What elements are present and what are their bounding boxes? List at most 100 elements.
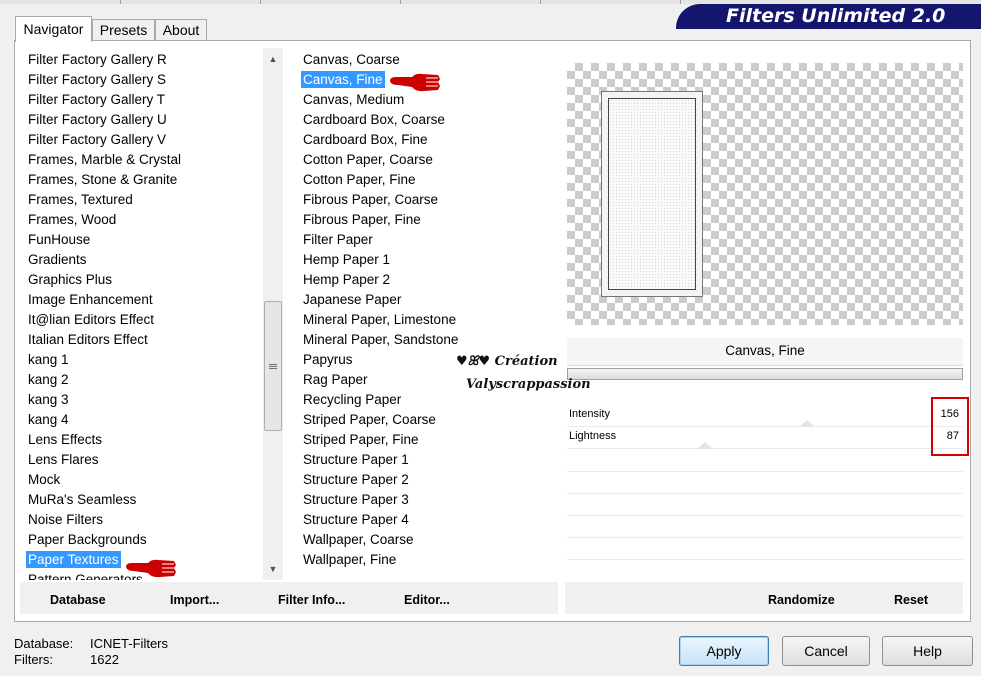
category-item-label: kang 2 <box>28 372 69 387</box>
category-list-item[interactable]: Italian Editors Effect <box>20 330 263 350</box>
category-list-item[interactable]: MuRa's Seamless <box>20 490 263 510</box>
param-row-empty <box>567 471 963 472</box>
editor-button[interactable]: Editor... <box>404 593 450 607</box>
category-list-item[interactable]: kang 1 <box>20 350 263 370</box>
category-list-item[interactable]: Graphics Plus <box>20 270 263 290</box>
tab-presets[interactable]: Presets <box>92 19 155 41</box>
param-row-lightness[interactable]: Lightness 87 <box>567 427 963 449</box>
ruler-tick <box>540 0 541 4</box>
tab-navigator[interactable]: Navigator <box>15 16 92 42</box>
filter-list-item[interactable]: Cotton Paper, Coarse <box>295 150 557 170</box>
filter-list-item[interactable]: Cotton Paper, Fine <box>295 170 557 190</box>
filter-item-label: Cardboard Box, Coarse <box>303 112 445 127</box>
category-list-item[interactable]: Gradients <box>20 250 263 270</box>
slider-marker-icon[interactable] <box>799 420 815 427</box>
category-list-item[interactable]: kang 4 <box>20 410 263 430</box>
filter-list-item[interactable]: Hemp Paper 1 <box>295 250 557 270</box>
filter-list-item[interactable]: Structure Paper 3 <box>295 490 557 510</box>
category-list-item[interactable]: Lens Effects <box>20 430 263 450</box>
filter-item-label: Japanese Paper <box>303 292 402 307</box>
filter-list-item[interactable]: Striped Paper, Coarse <box>295 410 557 430</box>
scroll-thumb[interactable] <box>264 301 282 431</box>
reset-button[interactable]: Reset <box>894 593 928 607</box>
category-list-item[interactable]: Frames, Stone & Granite <box>20 170 263 190</box>
category-item-label: Frames, Textured <box>28 192 133 207</box>
tab-about[interactable]: About <box>155 19 207 41</box>
filter-list-item[interactable]: Japanese Paper <box>295 290 557 310</box>
filter-item-label: Hemp Paper 2 <box>303 272 391 287</box>
category-list-item[interactable]: Frames, Wood <box>20 210 263 230</box>
status-filters-value: 1622 <box>90 652 119 667</box>
filter-list-item[interactable]: Fibrous Paper, Coarse <box>295 190 557 210</box>
filter-list-item[interactable]: Canvas, Coarse <box>295 50 557 70</box>
category-item-label: Graphics Plus <box>28 272 113 287</box>
category-list-item[interactable]: Image Enhancement <box>20 290 263 310</box>
filter-list-item[interactable]: Structure Paper 2 <box>295 470 557 490</box>
filter-list-item[interactable]: Structure Paper 1 <box>295 450 557 470</box>
category-item-label: Filter Factory Gallery U <box>28 112 167 127</box>
filter-list-item[interactable]: Mineral Paper, Sandstone <box>295 330 557 350</box>
ruler-tick <box>120 0 121 4</box>
value-highlight-box <box>931 397 969 456</box>
category-list-item[interactable]: kang 3 <box>20 390 263 410</box>
category-item-label: Paper Backgrounds <box>28 532 147 547</box>
filter-list-item[interactable]: Hemp Paper 2 <box>295 270 557 290</box>
category-list-item[interactable]: Filter Factory Gallery V <box>20 130 263 150</box>
category-list-item[interactable]: Lens Flares <box>20 450 263 470</box>
randomize-button[interactable]: Randomize <box>768 593 835 607</box>
filter-info-button[interactable]: Filter Info... <box>278 593 345 607</box>
category-list-item[interactable]: Paper Backgrounds <box>20 530 263 550</box>
category-item-label: Noise Filters <box>28 512 104 527</box>
filter-list-item[interactable]: Structure Paper 4 <box>295 510 557 530</box>
filter-item-label: Fibrous Paper, Coarse <box>303 192 439 207</box>
category-list-item[interactable]: Frames, Textured <box>20 190 263 210</box>
category-list-item[interactable]: Frames, Marble & Crystal <box>20 150 263 170</box>
filter-list-item[interactable]: Cardboard Box, Coarse <box>295 110 557 130</box>
slider-marker-icon[interactable] <box>697 442 713 449</box>
category-list-item[interactable]: Noise Filters <box>20 510 263 530</box>
filter-list-item[interactable]: Wallpaper, Fine <box>295 550 557 570</box>
filter-item-label: Structure Paper 4 <box>303 512 409 527</box>
category-list-item[interactable]: kang 2 <box>20 370 263 390</box>
category-item-label: Frames, Marble & Crystal <box>28 152 182 167</box>
category-list-item[interactable]: Mock <box>20 470 263 490</box>
filter-list-item[interactable]: Recycling Paper <box>295 390 557 410</box>
filter-list-item[interactable]: Filter Paper <box>295 230 557 250</box>
category-list-item[interactable]: Filter Factory Gallery T <box>20 90 263 110</box>
filter-item-label: Rag Paper <box>303 372 368 387</box>
category-item-label: Paper Textures <box>26 551 121 568</box>
database-button[interactable]: Database <box>50 593 106 607</box>
category-item-label: Lens Effects <box>28 432 103 447</box>
filter-item-label: Recycling Paper <box>303 392 402 407</box>
filter-item-label: Wallpaper, Coarse <box>303 532 414 547</box>
category-item-label: kang 4 <box>28 412 69 427</box>
watermark-line-1: ♥ꕤ♥ Création <box>456 354 558 369</box>
category-list-item[interactable]: It@lian Editors Effect <box>20 310 263 330</box>
filter-item-label: Mineral Paper, Limestone <box>303 312 457 327</box>
filter-item-label: Filter Paper <box>303 232 373 247</box>
filter-item-label: Wallpaper, Fine <box>303 552 397 567</box>
filter-list-item[interactable]: Cardboard Box, Fine <box>295 130 557 150</box>
filter-list-item[interactable]: Striped Paper, Fine <box>295 430 557 450</box>
param-row-intensity[interactable]: Intensity 156 <box>567 405 963 427</box>
ruler-tick <box>400 0 401 4</box>
category-list-item[interactable]: FunHouse <box>20 230 263 250</box>
scroll-down-arrow-icon[interactable]: ▼ <box>263 560 283 578</box>
category-list-item[interactable]: Filter Factory Gallery R <box>20 50 263 70</box>
filter-item-label: Canvas, Coarse <box>303 52 400 67</box>
filter-list[interactable]: Canvas, Coarse Canvas, Fine Canvas, Medium… <box>295 50 557 580</box>
category-scrollbar[interactable]: ▲ ▼ <box>263 48 283 580</box>
category-list[interactable]: Filter Factory Gallery R Filter Factory G… <box>20 50 263 580</box>
category-item-label: Gradients <box>28 252 87 267</box>
filter-list-item[interactable]: Wallpaper, Coarse <box>295 530 557 550</box>
apply-button[interactable]: Apply <box>679 636 769 666</box>
filter-list-item[interactable]: Fibrous Paper, Fine <box>295 210 557 230</box>
category-list-item[interactable]: Filter Factory Gallery U <box>20 110 263 130</box>
help-button[interactable]: Help <box>882 636 973 666</box>
scroll-up-arrow-icon[interactable]: ▲ <box>263 50 283 68</box>
filter-list-item[interactable]: Mineral Paper, Limestone <box>295 310 557 330</box>
status-database-label: Database: <box>14 636 74 651</box>
cancel-button[interactable]: Cancel <box>782 636 870 666</box>
import-button[interactable]: Import... <box>170 593 219 607</box>
category-list-item[interactable]: Filter Factory Gallery S <box>20 70 263 90</box>
